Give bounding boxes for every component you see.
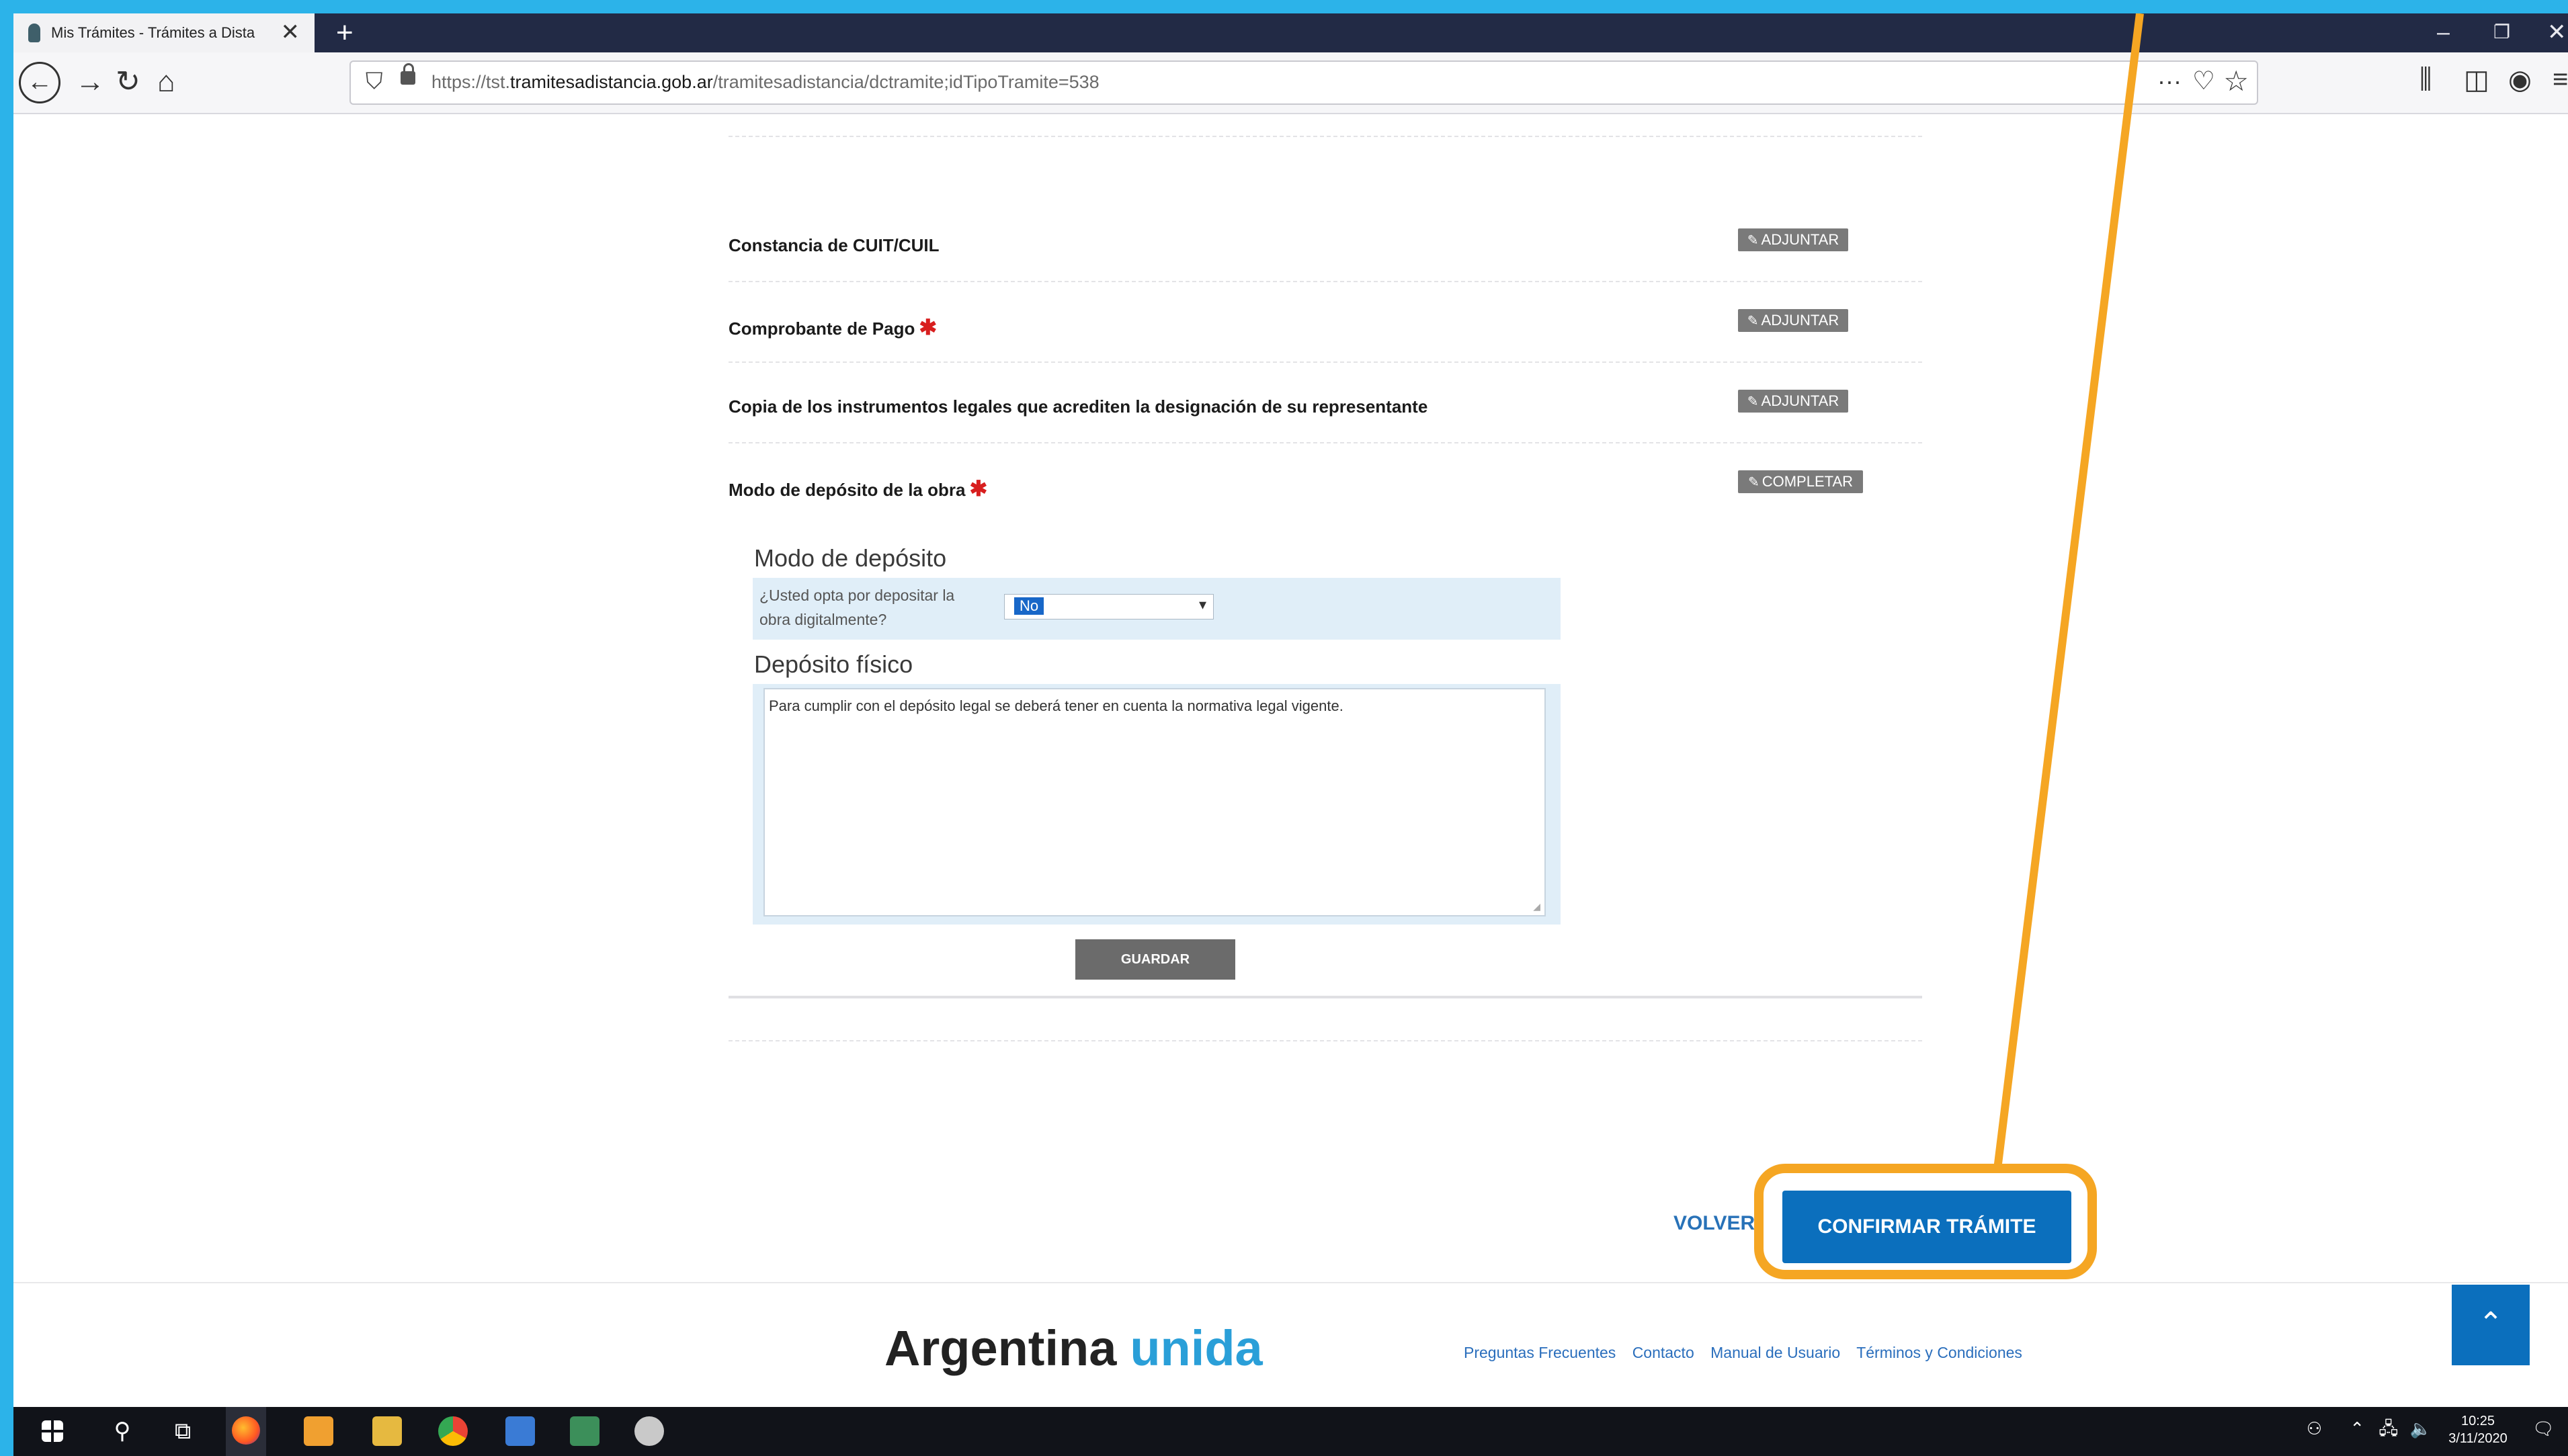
restore-icon[interactable]: ❐	[2493, 17, 2510, 47]
adjuntar-button-instrumentos[interactable]: ✎ ADJUNTAR	[1738, 390, 1848, 413]
shield-icon[interactable]: ⛉	[366, 69, 383, 95]
footer-links: Preguntas Frecuentes Contacto Manual de …	[1464, 1344, 2034, 1362]
clock-time: 10:25	[2460, 1414, 2495, 1428]
arrow-annotation-line	[1993, 13, 2144, 1170]
task-view-icon[interactable]: ⧉	[168, 1416, 198, 1446]
fisico-panel: Para cumplir con el depósito legal se de…	[753, 684, 1561, 925]
minimize-icon[interactable]: –	[2437, 17, 2450, 47]
bookmark-star-icon[interactable]: ☆	[2223, 65, 2249, 97]
doc-label-pago: Comprobante de Pago ✱	[729, 315, 938, 339]
windows-start-icon[interactable]	[42, 1420, 63, 1442]
section-title-modo: Modo de depósito	[754, 544, 947, 572]
argentina-unida-logo: Argentina unida	[884, 1320, 1263, 1376]
footer-link-terminos[interactable]: Términos y Condiciones	[1856, 1344, 2022, 1361]
file-explorer-icon[interactable]	[372, 1416, 402, 1446]
people-icon[interactable]: ⚇	[2307, 1418, 2322, 1439]
tab-title: Mis Trámites - Trámites a Dista	[51, 24, 255, 41]
back-icon[interactable]: ←	[19, 62, 60, 103]
volume-icon[interactable]: 🔈	[2410, 1418, 2432, 1439]
fisico-textarea[interactable]: Para cumplir con el depósito legal se de…	[763, 688, 1546, 916]
modo-panel: ¿Usted opta por depositar la obra digita…	[753, 578, 1561, 640]
section-title-fisico: Depósito físico	[754, 650, 913, 678]
lock-icon[interactable]	[401, 63, 415, 85]
footer-link-faq[interactable]: Preguntas Frecuentes	[1464, 1344, 1616, 1361]
footer-link-contacto[interactable]: Contacto	[1632, 1344, 1694, 1361]
firefox-icon	[232, 1416, 260, 1445]
paperclip-icon: ✎	[1747, 233, 1759, 248]
guardar-button[interactable]: GUARDAR	[1075, 939, 1235, 980]
clock-date: 3/11/2020	[2448, 1431, 2508, 1446]
search-icon[interactable]: ⚲	[108, 1416, 137, 1446]
system-tray: ⚇ ⌃ 🖧 🔈 10:25 3/11/2020 🗨	[2307, 1412, 2555, 1447]
address-bar[interactable]: ⛉ https://tst.tramitesadistancia.gob.ar/…	[349, 60, 2258, 105]
doc-label-instrumentos: Copia de los instrumentos legales que ac…	[729, 396, 1428, 417]
tab-bar: Mis Trámites - Trámites a Dista ✕ + – ❐ …	[13, 13, 2568, 52]
divider	[729, 136, 1922, 137]
reload-icon[interactable]: ↻	[116, 65, 140, 99]
footer-divider	[13, 1282, 2568, 1283]
windows-taskbar: ⚲ ⧉ ⚇ ⌃ 🖧 🔈 10:25 3/11/2020 🗨	[13, 1407, 2568, 1456]
modo-select-value: No	[1014, 597, 1044, 615]
pencil-icon: ✎	[1747, 475, 1759, 490]
paint-icon[interactable]	[634, 1416, 664, 1446]
sidebar-icon[interactable]: ◫	[2464, 65, 2489, 95]
paperclip-icon: ✎	[1747, 394, 1759, 409]
volver-link[interactable]: VOLVER	[1673, 1212, 1755, 1235]
app-icon[interactable]	[505, 1416, 535, 1446]
chevron-up-tray-icon[interactable]: ⌃	[2350, 1418, 2364, 1439]
firefox-taskbar-item[interactable]	[226, 1407, 266, 1456]
modo-question: ¿Usted opta por depositar la obra digita…	[759, 587, 955, 628]
clock[interactable]: 10:25 3/11/2020	[2448, 1412, 2508, 1447]
navigation-bar: ← → ↻ ⌂ ⛉ https://tst.tramitesadistancia…	[13, 52, 2568, 114]
account-icon[interactable]: ◉	[2508, 65, 2532, 95]
modo-select[interactable]: No ▾	[1004, 594, 1214, 619]
required-icon: ✱	[969, 476, 988, 501]
forward-icon[interactable]: →	[75, 65, 105, 99]
site-favicon-icon	[28, 24, 40, 42]
close-window-icon[interactable]: ✕	[2547, 17, 2567, 47]
browser-window: Mis Trámites - Trámites a Dista ✕ + – ❐ …	[13, 13, 2568, 1456]
divider	[729, 361, 1922, 363]
url-text: https://tst.tramitesadistancia.gob.ar/tr…	[431, 72, 1100, 92]
divider	[729, 281, 1922, 282]
scroll-top-button[interactable]: ⌃	[2452, 1285, 2530, 1365]
remote-desktop-icon[interactable]	[570, 1416, 599, 1446]
new-tab-icon[interactable]: +	[336, 16, 354, 50]
notifications-icon[interactable]: 🗨	[2532, 1418, 2555, 1439]
pocket-icon[interactable]: ♡	[2192, 66, 2215, 96]
library-icon[interactable]: ⫼	[2419, 65, 2432, 95]
doc-label-modo: Modo de depósito de la obra ✱	[729, 476, 988, 501]
fisico-text: Para cumplir con el depósito legal se de…	[769, 697, 1343, 714]
divider	[729, 1040, 1922, 1041]
chrome-icon[interactable]	[438, 1416, 468, 1446]
completar-button[interactable]: ✎ COMPLETAR	[1738, 470, 1863, 493]
section-divider	[729, 996, 1922, 998]
chevron-down-icon[interactable]: ▾	[1199, 596, 1206, 613]
outlook-icon[interactable]	[304, 1416, 333, 1446]
resize-grip-icon[interactable]: ◢	[1533, 901, 1540, 912]
browser-tab[interactable]: Mis Trámites - Trámites a Dista ✕	[13, 13, 315, 52]
footer-link-manual[interactable]: Manual de Usuario	[1710, 1344, 1840, 1361]
close-tab-icon[interactable]: ✕	[281, 20, 300, 44]
required-icon: ✱	[919, 315, 938, 339]
paperclip-icon: ✎	[1747, 314, 1759, 329]
divider	[729, 442, 1922, 443]
menu-icon[interactable]: ≡	[2553, 65, 2568, 95]
highlight-annotation	[1754, 1164, 2097, 1279]
adjuntar-button-cuit[interactable]: ✎ ADJUNTAR	[1738, 228, 1848, 251]
network-icon[interactable]: 🖧	[2378, 1418, 2398, 1439]
adjuntar-button-pago[interactable]: ✎ ADJUNTAR	[1738, 309, 1848, 332]
page-actions-icon[interactable]: ···	[2157, 67, 2182, 95]
doc-label-cuit: Constancia de CUIT/CUIL	[729, 235, 940, 255]
home-icon[interactable]: ⌂	[157, 65, 175, 99]
chevron-up-icon: ⌃	[2478, 1307, 2503, 1340]
